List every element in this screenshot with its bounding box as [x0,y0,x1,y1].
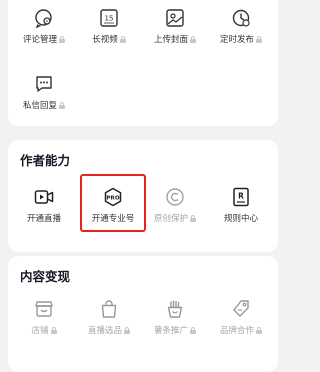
tool-comment-management-label: 评论管理 [22,35,57,45]
live-camera-icon [34,187,54,207]
item-original-protection-label: 原创保护 [153,214,188,224]
tool-long-video[interactable]: 15 长视频 [80,8,138,56]
lock-icon [190,35,196,43]
svg-text:15: 15 [105,15,114,23]
content-monetization-card: 内容变现 店铺 直播选品 薯条推广 品牌合作 [8,256,278,372]
message-icon [34,74,54,94]
lock-icon [190,326,196,334]
creator-abilities-card: 作者能力 开通直播 PRO 开通专业号 原创保护 R 规则中心 [8,140,278,252]
section-title: 内容变现 [20,269,71,284]
item-shop-label: 店铺 [31,326,49,336]
tool-message-reply[interactable]: 私信回复 [15,74,73,122]
item-rules-center-label: 规则中心 [223,214,258,224]
lock-icon [119,35,126,43]
image-icon [165,8,185,28]
tools-card: 评论管理 15 长视频 上传封面 定时发布 私信回复 [8,0,278,126]
tool-comment-management[interactable]: 评论管理 [15,8,73,56]
shop-icon [34,299,54,319]
tool-message-reply-label: 私信回复 [22,101,57,111]
lock-icon [256,326,262,334]
clock-icon [231,8,251,28]
rules-book-icon: R [231,187,251,207]
item-shop[interactable]: 店铺 [15,299,73,347]
brand-tag-icon [231,299,251,319]
lock-icon [256,35,262,43]
tool-upload-cover[interactable]: 上传封面 [146,8,204,56]
lock-icon [190,214,196,222]
tool-upload-cover-label: 上传封面 [153,35,188,45]
item-live-selection[interactable]: 直播选品 [80,299,138,347]
tool-scheduled-publish-label: 定时发布 [219,35,254,45]
tool-scheduled-publish[interactable]: 定时发布 [212,8,270,56]
section-title: 作者能力 [20,153,71,168]
tool-long-video-label: 长视频 [92,35,118,45]
item-fries-promotion[interactable]: 薯条推广 [146,299,204,347]
item-open-live-label: 开通直播 [26,214,61,224]
item-brand-cooperation[interactable]: 品牌合作 [212,299,270,347]
lock-icon [50,326,57,334]
copyright-icon [165,187,185,207]
highlight-box [80,174,146,232]
item-original-protection[interactable]: 原创保护 [146,187,204,235]
item-brand-cooperation-label: 品牌合作 [219,326,254,336]
lock-icon [124,326,130,334]
lock-icon [59,35,65,43]
item-rules-center[interactable]: R 规则中心 [212,187,270,235]
item-open-live[interactable]: 开通直播 [15,187,73,235]
fries-icon [165,299,185,319]
item-fries-promotion-label: 薯条推广 [153,326,188,336]
calendar-15-icon: 15 [99,8,119,28]
lock-icon [59,101,65,109]
shopping-bag-icon [99,299,119,319]
comment-settings-icon [34,8,54,28]
item-live-selection-label: 直播选品 [87,326,122,336]
svg-text:R: R [238,192,244,201]
